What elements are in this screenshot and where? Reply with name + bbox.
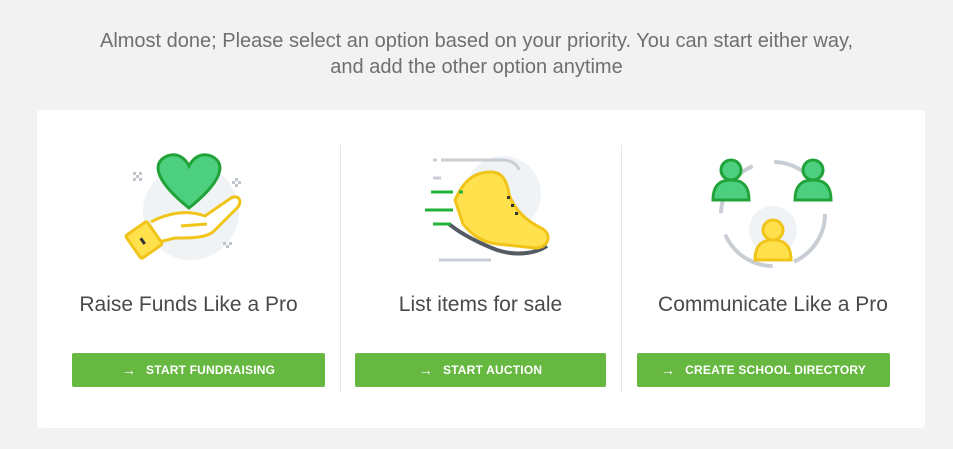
options-panel: Raise Funds Like a Pro → START FUNDRAISI… (37, 110, 925, 428)
running-shoe-icon (424, 156, 550, 262)
directory-card: Communicate Like a Pro → CREATE SCHOOL D… (621, 110, 925, 428)
auction-title: List items for sale (398, 293, 563, 316)
directory-title: Communicate Like a Pro (658, 293, 888, 316)
fundraising-card: Raise Funds Like a Pro → START FUNDRAISI… (37, 110, 340, 428)
heart-hand-icon (124, 153, 241, 260)
people-network-icon (711, 158, 833, 268)
fundraising-title: Raise Funds Like a Pro (79, 293, 298, 316)
start-fundraising-button[interactable]: → START FUNDRAISING (72, 353, 325, 387)
start-auction-label: START AUCTION (442, 363, 543, 377)
create-school-directory-button[interactable]: → CREATE SCHOOL DIRECTORY (637, 353, 890, 387)
arrow-right-icon: → (418, 362, 433, 378)
intro-line-2: and add the other option anytime (330, 56, 623, 78)
arrow-right-icon: → (660, 362, 676, 378)
intro-line-1: Almost done; Please select an option bas… (99, 30, 854, 52)
intro-text: Almost done; Please select an option bas… (0, 28, 953, 80)
auction-card: List items for sale → START AUCTION (340, 110, 621, 428)
start-fundraising-label: START FUNDRAISING (146, 363, 276, 377)
create-school-directory-label: CREATE SCHOOL DIRECTORY (685, 363, 867, 377)
arrow-right-icon: → (121, 362, 137, 378)
start-auction-button[interactable]: → START AUCTION (355, 353, 606, 387)
